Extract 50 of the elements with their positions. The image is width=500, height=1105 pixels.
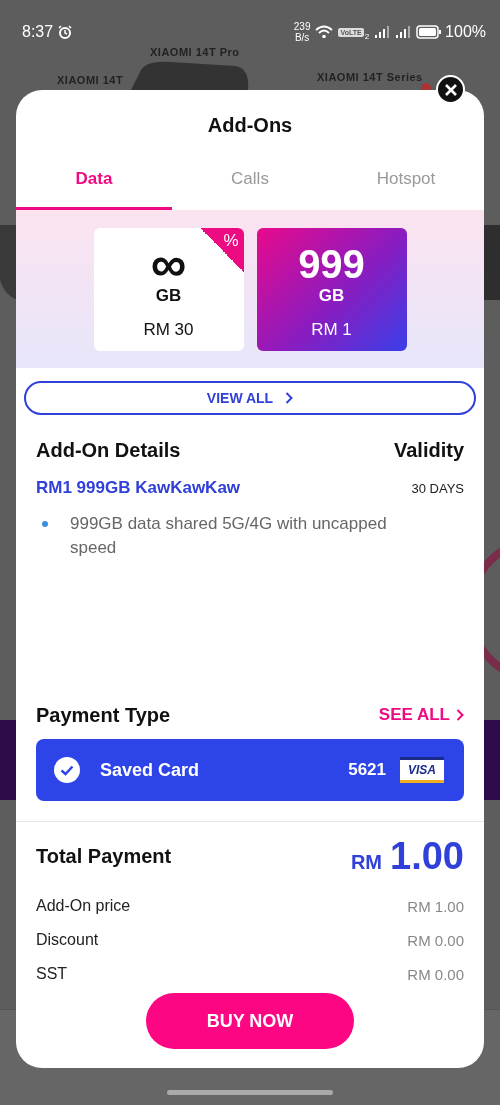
data-unit: GB [155,285,182,306]
data-unit: GB [318,285,345,306]
chevron-right-icon [285,392,294,404]
total-currency: RM [350,850,383,874]
wifi-icon [315,25,334,39]
charge-label: Discount [36,931,99,949]
chevron-right-icon [456,709,464,721]
data-amount: 999 [298,241,365,286]
network-speed-unit: B/s [294,32,310,43]
charge-label: Add-On price [36,897,131,915]
payment-label: Saved Card [100,759,201,781]
battery-level: 100% [445,23,486,41]
plan-card[interactable]: ∞ GB RM 30 % [93,227,244,351]
buy-now-button[interactable]: BUY NOW [146,993,354,1049]
payment-card[interactable]: Saved Card 5621 VISA [36,739,464,801]
plan-price: RM 1 [311,319,352,340]
plan-price: RM 30 [143,319,194,340]
sim-number: 2 [364,31,370,41]
feature-text: 999GB data shared 5G/4G with uncapped speed [70,513,388,559]
total-amount: 1.00 [390,834,464,878]
network-speed: 239 [293,21,311,32]
addon-name: RM1 999GB KawKawKaw [36,478,241,498]
card-brand-logo: VISA [400,757,444,783]
total-label: Total Payment [36,844,172,868]
section-heading: Validity [393,438,464,462]
charge-label: SST [36,965,68,983]
section-heading: Payment Type [36,703,171,727]
plan-card[interactable]: 999 GB RM 1 [256,227,407,351]
charge-value: RM 1.00 [407,897,464,915]
card-last-digits: 5621 [348,760,386,780]
discount-ribbon: % [199,227,244,272]
banner-text: XIAOMI 14T Series [317,71,423,83]
sheet-title: Add-Ons [206,113,294,138]
validity-text: 30 DAYS [411,480,464,496]
clock-time: 8:37 [22,23,54,41]
alarm-icon [58,25,73,39]
battery-icon [416,25,443,39]
section-heading: Add-On Details [36,438,181,462]
charge-value: RM 0.00 [407,965,464,983]
check-icon [54,757,80,783]
data-amount: ∞ [150,241,187,286]
close-icon [444,83,457,96]
signal-icon [395,26,412,38]
banner-text: XIAOMI 14T Pro [150,46,240,58]
view-all-button[interactable]: VIEW ALL [24,381,476,415]
bullet-icon [42,521,48,527]
banner-text: XIAOMI 14T [57,74,124,86]
signal-icon [374,26,391,38]
charge-value: RM 0.00 [407,931,464,949]
see-all-link[interactable]: SEE ALL [378,705,464,725]
